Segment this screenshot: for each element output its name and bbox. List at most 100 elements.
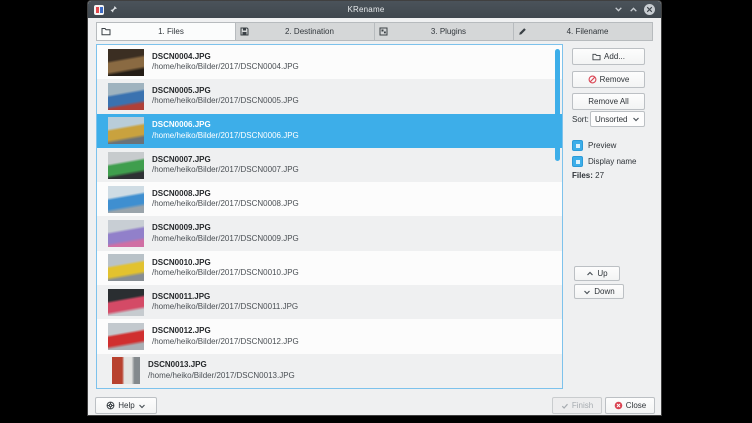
file-row[interactable]: DSCN0010.JPG /home/heiko/Bilder/2017/DSC…	[97, 251, 562, 285]
sort-label: Sort:	[572, 115, 589, 124]
shade-icon[interactable]	[614, 5, 623, 14]
scrollbar-thumb[interactable]	[555, 49, 560, 161]
remove-all-button-label: Remove All	[588, 97, 628, 106]
add-button-label: Add...	[604, 52, 625, 61]
file-thumbnail	[108, 117, 144, 144]
file-row[interactable]: DSCN0009.JPG /home/heiko/Bilder/2017/DSC…	[97, 216, 562, 250]
no-entry-icon	[588, 75, 597, 84]
file-row[interactable]: DSCN0011.JPG /home/heiko/Bilder/2017/DSC…	[97, 285, 562, 319]
file-name: DSCN0011.JPG	[152, 292, 298, 302]
close-icon[interactable]	[644, 4, 655, 15]
finish-button-label: Finish	[572, 401, 593, 410]
close-circle-icon	[614, 401, 623, 410]
file-path: /home/heiko/Bilder/2017/DSCN0010.JPG	[152, 268, 299, 278]
file-name: DSCN0005.JPG	[152, 86, 299, 96]
chevron-up-icon	[586, 270, 594, 278]
pencil-icon	[518, 27, 527, 36]
finish-button[interactable]: Finish	[552, 397, 602, 414]
folder-icon	[101, 27, 111, 36]
file-thumbnail	[108, 83, 144, 110]
folder-icon	[592, 53, 601, 61]
file-row[interactable]: DSCN0006.JPG /home/heiko/Bilder/2017/DSC…	[97, 114, 562, 148]
app-icon	[94, 5, 104, 15]
checkbox-checked-icon	[572, 156, 583, 167]
file-path: /home/heiko/Bilder/2017/DSCN0004.JPG	[152, 62, 299, 72]
file-row[interactable]: DSCN0008.JPG /home/heiko/Bilder/2017/DSC…	[97, 182, 562, 216]
sort-dropdown-value: Unsorted	[595, 115, 627, 124]
chevron-down-icon	[138, 402, 146, 410]
help-button[interactable]: Help	[95, 397, 157, 414]
tab-destination[interactable]: 2. Destination	[236, 22, 375, 41]
titlebar[interactable]: KRename	[88, 1, 661, 18]
close-button[interactable]: Close	[605, 397, 655, 414]
file-name: DSCN0010.JPG	[152, 258, 299, 268]
file-path: /home/heiko/Bilder/2017/DSCN0012.JPG	[152, 337, 299, 347]
file-thumbnail	[112, 357, 140, 384]
file-path: /home/heiko/Bilder/2017/DSCN0007.JPG	[152, 165, 299, 175]
krename-window: KRename 1. Files	[88, 1, 661, 415]
checkbox-checked-icon	[572, 140, 583, 151]
preview-checkbox[interactable]: Preview	[572, 140, 616, 151]
down-button[interactable]: Down	[574, 284, 624, 299]
up-button-label: Up	[597, 269, 607, 278]
down-button-label: Down	[594, 287, 614, 296]
tab-files[interactable]: 1. Files	[96, 22, 236, 41]
file-thumbnail	[108, 49, 144, 76]
file-thumbnail	[108, 152, 144, 179]
file-row[interactable]: DSCN0007.JPG /home/heiko/Bilder/2017/DSC…	[97, 148, 562, 182]
add-button[interactable]: Add...	[572, 48, 645, 65]
file-path: /home/heiko/Bilder/2017/DSCN0009.JPG	[152, 234, 299, 244]
pin-icon[interactable]	[109, 5, 118, 14]
close-button-label: Close	[626, 401, 646, 410]
maximize-icon[interactable]	[629, 5, 638, 14]
file-name: DSCN0004.JPG	[152, 52, 299, 62]
file-thumbnail	[108, 220, 144, 247]
file-thumbnail	[108, 186, 144, 213]
screen: KRename 1. Files	[0, 0, 752, 423]
display-name-checkbox[interactable]: Display name	[572, 156, 636, 167]
display-name-checkbox-label: Display name	[588, 157, 636, 166]
up-button[interactable]: Up	[574, 266, 620, 281]
tab-plugins[interactable]: 3. Plugins	[375, 22, 514, 41]
sort-dropdown[interactable]: Unsorted	[590, 111, 645, 127]
checkmark-icon	[561, 402, 569, 410]
file-path: /home/heiko/Bilder/2017/DSCN0013.JPG	[148, 371, 295, 381]
save-icon	[240, 27, 249, 36]
file-name: DSCN0008.JPG	[152, 189, 299, 199]
file-row[interactable]: DSCN0005.JPG /home/heiko/Bilder/2017/DSC…	[97, 79, 562, 113]
file-path: /home/heiko/Bilder/2017/DSCN0006.JPG	[152, 131, 299, 141]
wizard-tabs: 1. Files 2. Destination 3. Plugins 4. Fi…	[96, 22, 653, 41]
tab-filename[interactable]: 4. Filename	[514, 22, 653, 41]
tab-label: 2. Destination	[249, 27, 370, 36]
preview-checkbox-label: Preview	[588, 141, 616, 150]
file-name: DSCN0013.JPG	[148, 360, 295, 370]
files-count-value: 27	[595, 171, 604, 180]
file-name: DSCN0012.JPG	[152, 326, 299, 336]
file-name: DSCN0007.JPG	[152, 155, 299, 165]
file-path: /home/heiko/Bilder/2017/DSCN0011.JPG	[152, 302, 298, 312]
chevron-down-icon	[632, 115, 640, 123]
file-path: /home/heiko/Bilder/2017/DSCN0008.JPG	[152, 199, 299, 209]
file-list[interactable]: DSCN0004.JPG /home/heiko/Bilder/2017/DSC…	[96, 44, 563, 389]
help-button-label: Help	[118, 401, 134, 410]
file-row[interactable]: DSCN0013.JPG /home/heiko/Bilder/2017/DSC…	[97, 354, 562, 388]
chevron-down-icon	[583, 288, 591, 296]
files-count: Files: 27	[572, 171, 604, 180]
tab-label: 4. Filename	[527, 27, 648, 36]
window-title: KRename	[118, 5, 614, 14]
file-name: DSCN0006.JPG	[152, 120, 299, 130]
tab-label: 1. Files	[111, 27, 231, 36]
file-thumbnail	[108, 254, 144, 281]
file-row[interactable]: DSCN0012.JPG /home/heiko/Bilder/2017/DSC…	[97, 319, 562, 353]
help-icon	[106, 401, 115, 410]
files-count-label: Files:	[572, 171, 593, 180]
file-thumbnail	[108, 323, 144, 350]
file-thumbnail	[108, 289, 144, 316]
remove-all-button[interactable]: Remove All	[572, 93, 645, 110]
remove-button-label: Remove	[600, 75, 630, 84]
tab-label: 3. Plugins	[388, 27, 509, 36]
file-name: DSCN0009.JPG	[152, 223, 299, 233]
plugin-icon	[379, 27, 388, 36]
remove-button[interactable]: Remove	[572, 71, 645, 88]
file-row[interactable]: DSCN0004.JPG /home/heiko/Bilder/2017/DSC…	[97, 45, 562, 79]
